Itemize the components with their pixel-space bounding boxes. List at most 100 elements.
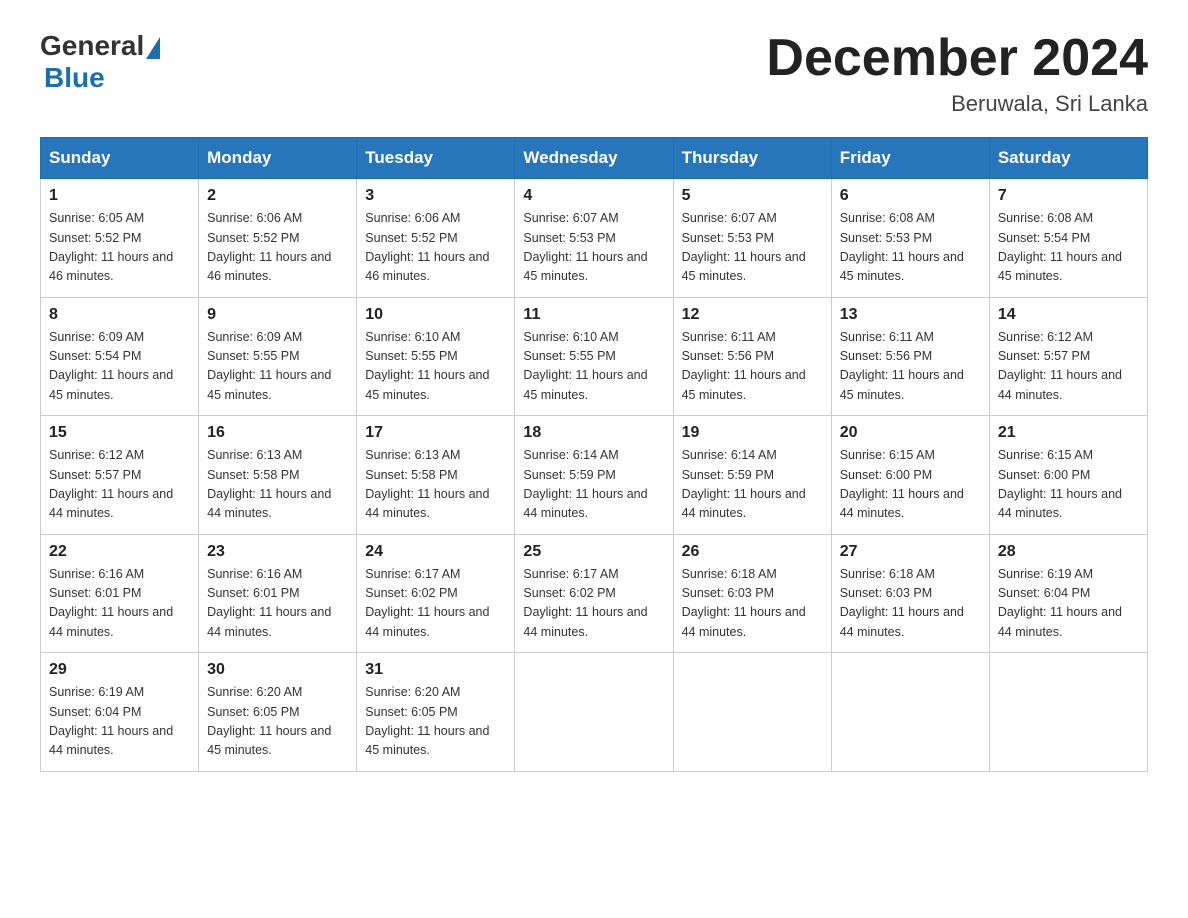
day-number: 1	[49, 187, 190, 205]
calendar-header-wednesday: Wednesday	[515, 138, 673, 179]
day-number: 23	[207, 543, 348, 561]
calendar-cell: 20 Sunrise: 6:15 AMSunset: 6:00 PMDayligh…	[831, 416, 989, 535]
day-info: Sunrise: 6:18 AMSunset: 6:03 PMDaylight:…	[840, 565, 981, 643]
day-info: Sunrise: 6:13 AMSunset: 5:58 PMDaylight:…	[365, 446, 506, 524]
calendar-cell	[989, 653, 1147, 772]
calendar-cell: 5 Sunrise: 6:07 AMSunset: 5:53 PMDaylight…	[673, 179, 831, 298]
calendar-cell: 13 Sunrise: 6:11 AMSunset: 5:56 PMDayligh…	[831, 297, 989, 416]
day-info: Sunrise: 6:08 AMSunset: 5:53 PMDaylight:…	[840, 209, 981, 287]
calendar-cell: 14 Sunrise: 6:12 AMSunset: 5:57 PMDayligh…	[989, 297, 1147, 416]
day-info: Sunrise: 6:19 AMSunset: 6:04 PMDaylight:…	[998, 565, 1139, 643]
calendar-cell	[831, 653, 989, 772]
day-info: Sunrise: 6:15 AMSunset: 6:00 PMDaylight:…	[998, 446, 1139, 524]
calendar-cell	[515, 653, 673, 772]
day-number: 8	[49, 306, 190, 324]
calendar-cell: 29Sunrise: 6:19 AMSunset: 6:04 PMDayligh…	[41, 653, 199, 772]
day-info: Sunrise: 6:10 AMSunset: 5:55 PMDaylight:…	[523, 328, 664, 406]
day-info: Sunrise: 6:20 AMSunset: 6:05 PMDaylight:…	[207, 683, 348, 761]
day-info: Sunrise: 6:12 AMSunset: 5:57 PMDaylight:…	[998, 328, 1139, 406]
day-info: Sunrise: 6:16 AMSunset: 6:01 PMDaylight:…	[49, 565, 190, 643]
calendar-header-monday: Monday	[199, 138, 357, 179]
day-number: 6	[840, 187, 981, 205]
day-info: Sunrise: 6:20 AMSunset: 6:05 PMDaylight:…	[365, 683, 506, 761]
calendar-cell: 23 Sunrise: 6:16 AMSunset: 6:01 PMDayligh…	[199, 534, 357, 653]
calendar-cell: 1 Sunrise: 6:05 AMSunset: 5:52 PMDaylight…	[41, 179, 199, 298]
calendar-cell: 15 Sunrise: 6:12 AMSunset: 5:57 PMDayligh…	[41, 416, 199, 535]
calendar-week-row: 15 Sunrise: 6:12 AMSunset: 5:57 PMDayligh…	[41, 416, 1148, 535]
day-info: Sunrise: 6:07 AMSunset: 5:53 PMDaylight:…	[682, 209, 823, 287]
day-number: 2	[207, 187, 348, 205]
calendar-cell: 7Sunrise: 6:08 AMSunset: 5:54 PMDaylight…	[989, 179, 1147, 298]
calendar-cell: 24 Sunrise: 6:17 AMSunset: 6:02 PMDayligh…	[357, 534, 515, 653]
day-info: Sunrise: 6:18 AMSunset: 6:03 PMDaylight:…	[682, 565, 823, 643]
logo-general-text: General	[40, 30, 144, 62]
calendar-cell: 25 Sunrise: 6:17 AMSunset: 6:02 PMDayligh…	[515, 534, 673, 653]
day-number: 26	[682, 543, 823, 561]
calendar-cell: 31 Sunrise: 6:20 AMSunset: 6:05 PMDayligh…	[357, 653, 515, 772]
calendar-cell: 22 Sunrise: 6:16 AMSunset: 6:01 PMDayligh…	[41, 534, 199, 653]
day-info: Sunrise: 6:17 AMSunset: 6:02 PMDaylight:…	[365, 565, 506, 643]
logo-triangle-icon	[146, 37, 160, 59]
calendar-cell: 10Sunrise: 6:10 AMSunset: 5:55 PMDayligh…	[357, 297, 515, 416]
day-number: 5	[682, 187, 823, 205]
day-number: 24	[365, 543, 506, 561]
day-number: 30	[207, 661, 348, 679]
day-info: Sunrise: 6:05 AMSunset: 5:52 PMDaylight:…	[49, 209, 190, 287]
page-header: General Blue December 2024 Beruwala, Sri…	[40, 30, 1148, 117]
day-number: 9	[207, 306, 348, 324]
calendar-cell: 26 Sunrise: 6:18 AMSunset: 6:03 PMDayligh…	[673, 534, 831, 653]
day-number: 15	[49, 424, 190, 442]
calendar-cell: 16Sunrise: 6:13 AMSunset: 5:58 PMDayligh…	[199, 416, 357, 535]
day-info: Sunrise: 6:11 AMSunset: 5:56 PMDaylight:…	[840, 328, 981, 406]
day-info: Sunrise: 6:14 AMSunset: 5:59 PMDaylight:…	[523, 446, 664, 524]
day-info: Sunrise: 6:10 AMSunset: 5:55 PMDaylight:…	[365, 328, 506, 406]
day-number: 17	[365, 424, 506, 442]
calendar-header-row: SundayMondayTuesdayWednesdayThursdayFrid…	[41, 138, 1148, 179]
calendar-cell: 3Sunrise: 6:06 AMSunset: 5:52 PMDaylight…	[357, 179, 515, 298]
day-number: 7	[998, 187, 1139, 205]
day-number: 28	[998, 543, 1139, 561]
calendar-header-tuesday: Tuesday	[357, 138, 515, 179]
day-info: Sunrise: 6:09 AMSunset: 5:54 PMDaylight:…	[49, 328, 190, 406]
day-info: Sunrise: 6:16 AMSunset: 6:01 PMDaylight:…	[207, 565, 348, 643]
day-number: 21	[998, 424, 1139, 442]
calendar-cell: 2 Sunrise: 6:06 AMSunset: 5:52 PMDaylight…	[199, 179, 357, 298]
location-text: Beruwala, Sri Lanka	[766, 91, 1148, 117]
calendar-cell: 30 Sunrise: 6:20 AMSunset: 6:05 PMDayligh…	[199, 653, 357, 772]
month-title: December 2024	[766, 30, 1148, 87]
day-number: 13	[840, 306, 981, 324]
calendar-header-saturday: Saturday	[989, 138, 1147, 179]
day-info: Sunrise: 6:14 AMSunset: 5:59 PMDaylight:…	[682, 446, 823, 524]
day-info: Sunrise: 6:07 AMSunset: 5:53 PMDaylight:…	[523, 209, 664, 287]
day-number: 31	[365, 661, 506, 679]
day-number: 27	[840, 543, 981, 561]
day-info: Sunrise: 6:11 AMSunset: 5:56 PMDaylight:…	[682, 328, 823, 406]
day-number: 22	[49, 543, 190, 561]
day-number: 19	[682, 424, 823, 442]
calendar-header-friday: Friday	[831, 138, 989, 179]
calendar-cell: 4Sunrise: 6:07 AMSunset: 5:53 PMDaylight…	[515, 179, 673, 298]
day-info: Sunrise: 6:12 AMSunset: 5:57 PMDaylight:…	[49, 446, 190, 524]
day-info: Sunrise: 6:06 AMSunset: 5:52 PMDaylight:…	[207, 209, 348, 287]
calendar-cell	[673, 653, 831, 772]
calendar-cell: 6 Sunrise: 6:08 AMSunset: 5:53 PMDaylight…	[831, 179, 989, 298]
day-number: 25	[523, 543, 664, 561]
day-number: 12	[682, 306, 823, 324]
title-section: December 2024 Beruwala, Sri Lanka	[766, 30, 1148, 117]
day-number: 18	[523, 424, 664, 442]
day-number: 11	[523, 306, 664, 324]
day-info: Sunrise: 6:09 AMSunset: 5:55 PMDaylight:…	[207, 328, 348, 406]
calendar-week-row: 8 Sunrise: 6:09 AMSunset: 5:54 PMDaylight…	[41, 297, 1148, 416]
calendar-cell: 28 Sunrise: 6:19 AMSunset: 6:04 PMDayligh…	[989, 534, 1147, 653]
day-number: 3	[365, 187, 506, 205]
day-info: Sunrise: 6:15 AMSunset: 6:00 PMDaylight:…	[840, 446, 981, 524]
day-number: 29	[49, 661, 190, 679]
day-info: Sunrise: 6:17 AMSunset: 6:02 PMDaylight:…	[523, 565, 664, 643]
calendar-cell: 19 Sunrise: 6:14 AMSunset: 5:59 PMDayligh…	[673, 416, 831, 535]
day-number: 20	[840, 424, 981, 442]
day-number: 14	[998, 306, 1139, 324]
calendar-week-row: 22 Sunrise: 6:16 AMSunset: 6:01 PMDayligh…	[41, 534, 1148, 653]
calendar-cell: 18 Sunrise: 6:14 AMSunset: 5:59 PMDayligh…	[515, 416, 673, 535]
calendar-table: SundayMondayTuesdayWednesdayThursdayFrid…	[40, 137, 1148, 772]
calendar-cell: 12 Sunrise: 6:11 AMSunset: 5:56 PMDayligh…	[673, 297, 831, 416]
